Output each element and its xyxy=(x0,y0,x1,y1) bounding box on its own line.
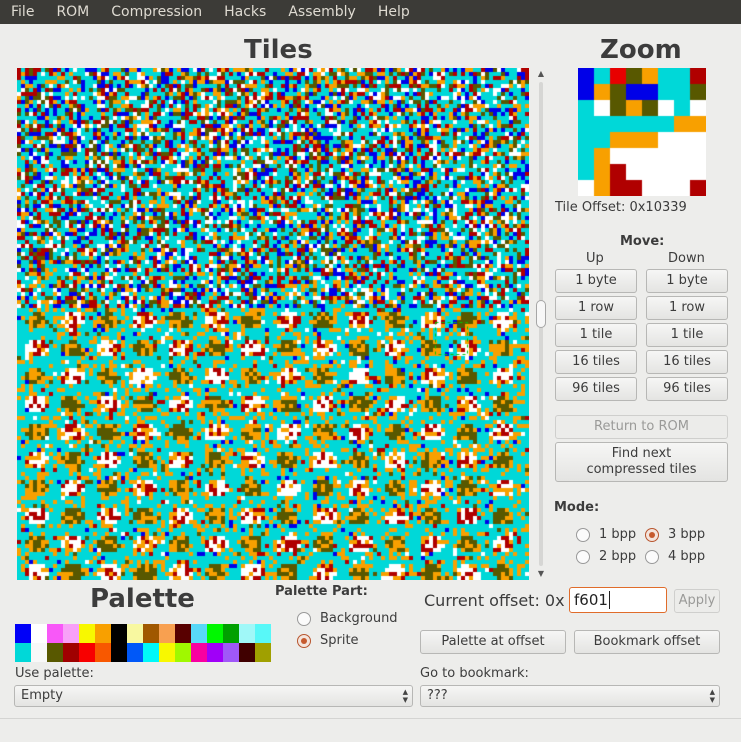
up-16-tiles-button[interactable]: 16 tiles xyxy=(555,350,637,374)
down-96-tiles-button[interactable]: 96 tiles xyxy=(646,377,728,401)
palette-swatch[interactable] xyxy=(95,624,111,643)
palette-swatch[interactable] xyxy=(223,643,239,662)
mode-3bpp-radio[interactable] xyxy=(645,528,659,542)
palette-part-background-label: Background xyxy=(320,611,398,626)
palette-swatch[interactable] xyxy=(15,643,31,662)
palette-swatch[interactable] xyxy=(207,624,223,643)
palette-swatch[interactable] xyxy=(79,643,95,662)
zoom-view xyxy=(578,68,706,196)
up-96-tiles-button[interactable]: 96 tiles xyxy=(555,377,637,401)
move-down-label: Down xyxy=(668,251,705,266)
mode-1bpp-label: 1 bpp xyxy=(599,527,637,542)
menu-assembly[interactable]: Assembly xyxy=(277,0,366,24)
mode-2bpp-label: 2 bpp xyxy=(599,549,637,564)
current-offset-label: Current offset: 0x xyxy=(424,591,565,610)
palette-swatch[interactable] xyxy=(95,643,111,662)
down-16-tiles-button[interactable]: 16 tiles xyxy=(646,350,728,374)
palette-part-sprite-radio[interactable] xyxy=(297,634,311,648)
palette-part-title: Palette Part: xyxy=(275,584,368,599)
palette-swatch[interactable] xyxy=(15,624,31,643)
go-to-bookmark-select[interactable]: ??? ▲ ▼ xyxy=(420,685,720,707)
mode-2bpp-radio[interactable] xyxy=(576,550,590,564)
palette-part-background-radio[interactable] xyxy=(297,612,311,626)
palette-swatch[interactable] xyxy=(127,624,143,643)
use-palette-label: Use palette: xyxy=(15,666,94,681)
scroll-thumb[interactable] xyxy=(536,300,546,328)
current-offset-input[interactable]: f601 xyxy=(569,587,667,613)
tiles-view[interactable] xyxy=(17,68,529,580)
palette-swatch[interactable] xyxy=(191,643,207,662)
palette-swatch[interactable] xyxy=(159,643,175,662)
palette-swatch[interactable] xyxy=(143,643,159,662)
select-arrows-icon: ▲ ▼ xyxy=(709,688,715,704)
scroll-down-arrow-icon[interactable]: ▼ xyxy=(535,568,547,580)
menu-compression[interactable]: Compression xyxy=(100,0,213,24)
menu-help[interactable]: Help xyxy=(367,0,421,24)
down-1-byte-button[interactable]: 1 byte xyxy=(646,269,728,293)
menu-bar: File ROM Compression Hacks Assembly Help xyxy=(0,0,741,24)
zoom-canvas xyxy=(578,68,706,196)
palette-swatch[interactable] xyxy=(31,624,47,643)
use-palette-value: Empty xyxy=(21,688,63,703)
mode-4bpp-radio[interactable] xyxy=(645,550,659,564)
palette-swatch[interactable] xyxy=(143,624,159,643)
apply-button[interactable]: Apply xyxy=(674,589,720,613)
up-1-byte-button[interactable]: 1 byte xyxy=(555,269,637,293)
palette-swatch[interactable] xyxy=(191,624,207,643)
move-up-label: Up xyxy=(586,251,604,266)
up-1-tile-button[interactable]: 1 tile xyxy=(555,323,637,347)
use-palette-select[interactable]: Empty ▲ ▼ xyxy=(14,685,413,707)
palette-swatch[interactable] xyxy=(63,643,79,662)
go-to-bookmark-label: Go to bookmark: xyxy=(420,666,529,681)
palette-swatch[interactable] xyxy=(223,624,239,643)
palette-swatch[interactable] xyxy=(47,624,63,643)
find-next-compressed-button[interactable]: Find next compressed tiles xyxy=(555,442,728,482)
down-1-row-button[interactable]: 1 row xyxy=(646,296,728,320)
palette-swatch[interactable] xyxy=(127,643,143,662)
scroll-up-arrow-icon[interactable]: ▲ xyxy=(535,68,547,80)
up-1-row-button[interactable]: 1 row xyxy=(555,296,637,320)
palette-swatch[interactable] xyxy=(111,624,127,643)
palette-swatch[interactable] xyxy=(111,643,127,662)
select-arrows-icon: ▲ ▼ xyxy=(402,688,408,704)
palette-swatch[interactable] xyxy=(63,624,79,643)
palette-swatch[interactable] xyxy=(239,624,255,643)
down-1-tile-button[interactable]: 1 tile xyxy=(646,323,728,347)
go-to-bookmark-value: ??? xyxy=(427,688,448,703)
mode-3bpp-label: 3 bpp xyxy=(668,527,706,542)
palette-swatch[interactable] xyxy=(207,643,223,662)
mode-title: Mode: xyxy=(554,500,600,515)
palette-swatch[interactable] xyxy=(159,624,175,643)
palette-swatch[interactable] xyxy=(239,643,255,662)
mode-1bpp-radio[interactable] xyxy=(576,528,590,542)
tiles-canvas[interactable] xyxy=(17,68,529,580)
palette-swatch[interactable] xyxy=(255,624,271,643)
tile-offset-label: Tile Offset: 0x10339 xyxy=(555,200,687,215)
palette-swatch[interactable] xyxy=(31,643,47,662)
menu-rom[interactable]: ROM xyxy=(45,0,100,24)
menu-hacks[interactable]: Hacks xyxy=(213,0,277,24)
palette-swatch[interactable] xyxy=(175,643,191,662)
mode-4bpp-label: 4 bpp xyxy=(668,549,706,564)
tiles-heading: Tiles xyxy=(244,35,313,65)
bookmark-offset-button[interactable]: Bookmark offset xyxy=(574,630,720,654)
status-divider xyxy=(0,718,741,719)
palette-swatch[interactable] xyxy=(47,643,63,662)
menu-file[interactable]: File xyxy=(0,0,45,24)
palette-swatch[interactable] xyxy=(175,624,191,643)
palette-swatch[interactable] xyxy=(79,624,95,643)
palette-swatch[interactable] xyxy=(255,643,271,662)
palette-at-offset-button[interactable]: Palette at offset xyxy=(420,630,566,654)
palette-part-sprite-label: Sprite xyxy=(320,633,359,648)
return-to-rom-button[interactable]: Return to ROM xyxy=(555,415,728,439)
palette-heading: Palette xyxy=(90,584,195,614)
move-title: Move: xyxy=(620,234,665,249)
text-cursor xyxy=(608,591,610,609)
zoom-heading: Zoom xyxy=(600,35,682,65)
tiles-scrollbar[interactable]: ▲ ▼ xyxy=(535,68,547,580)
current-offset-value: f601 xyxy=(574,591,608,609)
